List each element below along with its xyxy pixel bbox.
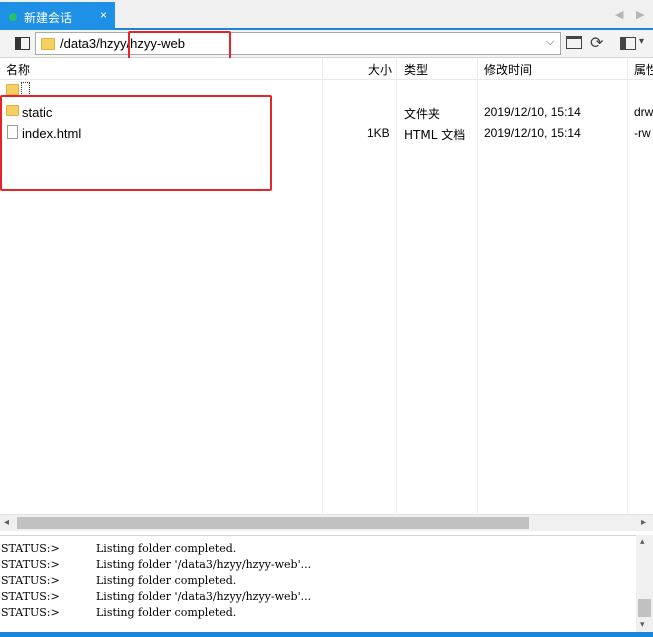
view-dropdown-icon[interactable]: ▾ [639,36,644,47]
tab-title: 新建会话 [24,11,73,25]
scroll-up-icon[interactable]: ▴ [640,536,645,547]
file-size: 1KB [367,126,390,140]
file-list-header: 名称 大小 类型 修改时间 属性 [0,58,653,80]
file-type: 文件夹 [404,107,441,121]
horizontal-scrollbar[interactable]: ◂ ▸ [0,514,653,531]
folder-icon [41,38,55,50]
column-header-name[interactable]: 名称 [6,61,30,78]
tab-scroll-right-icon[interactable]: ▶ [636,8,644,21]
column-header-modified[interactable]: 修改时间 [484,61,532,78]
scrollbar-thumb[interactable] [638,599,651,617]
column-header-size[interactable]: 大小 [368,61,392,78]
scroll-down-icon[interactable]: ▾ [640,619,645,630]
toggle-panel-icon[interactable] [15,37,30,50]
file-type: HTML 文档 [404,128,466,142]
path-input[interactable]: /data3/hzyy/hzyy-web ⌵ [35,32,561,55]
connection-status-icon [9,13,17,21]
new-folder-icon[interactable] [566,36,582,49]
log-panel: ' ' ' ' STATUS:>Listing folder completed… [0,535,653,632]
chevron-down-icon[interactable]: ⌵ [546,36,554,49]
tab-bar: 新建会话 × ◀ ▶ [0,0,653,30]
scrollbar-thumb[interactable] [17,517,529,529]
files-highlight-box [0,95,272,191]
tab-scroll-left-icon[interactable]: ◀ [615,8,623,21]
file-modified: 2019/12/10, 15:14 [484,105,581,119]
refresh-icon[interactable]: ⟳ [590,33,603,53]
file-attributes: -rw [634,126,651,140]
path-toolbar: /data3/hzyy/hzyy-web ⌵ ⟳ ▾ [0,30,653,58]
window-bottom-border [0,632,653,637]
tab-new-session[interactable]: 新建会话 × [0,2,115,30]
tab-close-icon[interactable]: × [100,8,107,22]
column-header-attributes[interactable]: 属性 [634,61,653,78]
file-attributes: drw [634,105,653,119]
scroll-right-icon[interactable]: ▸ [641,517,646,528]
log-vertical-scrollbar[interactable]: ▴ ▾ [636,535,653,632]
file-modified: 2019/12/10, 15:14 [484,126,581,140]
scroll-left-icon[interactable]: ◂ [4,517,9,528]
column-header-type[interactable]: 类型 [404,61,428,78]
view-options-icon[interactable] [620,37,636,50]
parent-folder-selection [21,82,30,96]
folder-icon [6,84,19,95]
